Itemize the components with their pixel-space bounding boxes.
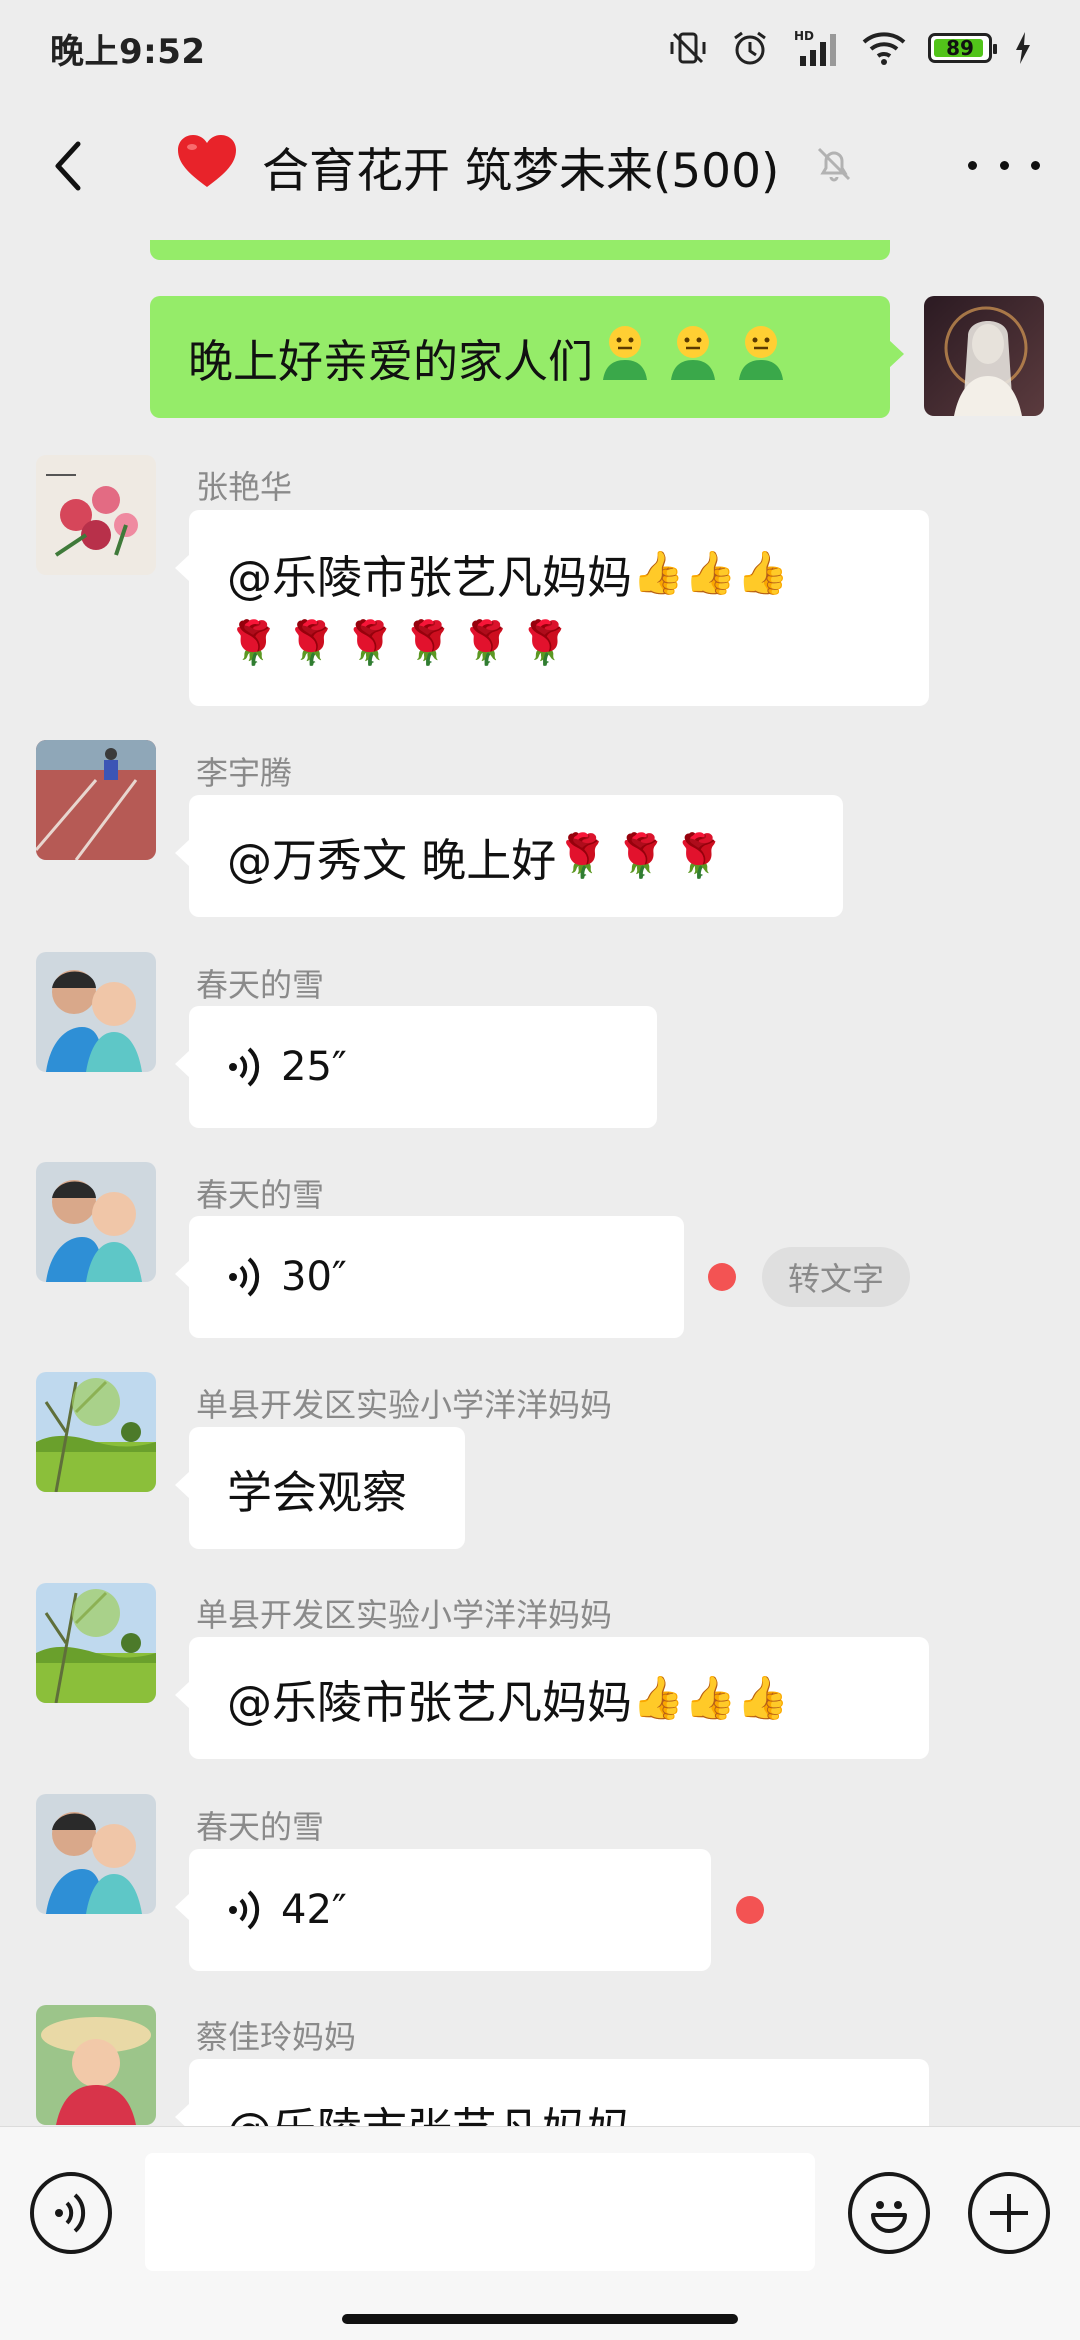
- message-bubble[interactable]: 学会观察: [175, 1427, 465, 1549]
- rose-emoji: 🌹🌹🌹🌹🌹🌹: [227, 618, 577, 667]
- dot-icon: [968, 160, 977, 170]
- voice-message-bubble[interactable]: 25″: [175, 1006, 657, 1128]
- sender-name: 单县开发区实验小学洋洋妈妈: [196, 1386, 613, 1424]
- voice-wave-icon: [229, 1890, 260, 1930]
- sender-name: 春天的雪: [196, 1176, 325, 1214]
- message-bubble[interactable]: @乐陵市张艺凡妈妈 👍👍👍 🌹🌹🌹🌹🌹🌹: [175, 510, 929, 706]
- emoji-icon: [595, 322, 799, 393]
- rose-emoji: 🌹🌹🌹: [556, 831, 732, 880]
- self-avatar[interactable]: [924, 296, 1044, 416]
- message-bubble[interactable]: @万秀文 晚上好 🌹🌹🌹: [175, 795, 843, 917]
- sender-avatar[interactable]: [36, 2005, 156, 2125]
- message-bubble[interactable]: @乐陵市张艺凡妈妈: [175, 2059, 929, 2126]
- sender-avatar[interactable]: [36, 740, 156, 860]
- sender-name: 蔡佳玲妈妈: [196, 2018, 357, 2056]
- voice-wave-icon: [55, 2193, 86, 2233]
- signal-icon: HD: [792, 28, 840, 68]
- mute-bell-icon: [813, 143, 855, 189]
- voice-duration: 30″: [281, 1254, 347, 1300]
- message-text: @乐陵市张艺凡妈妈: [227, 2093, 632, 2126]
- status-bar: 晚上9:52 HD 89: [0, 0, 1080, 96]
- sender-avatar[interactable]: [36, 1583, 156, 1703]
- smiley-icon: [871, 2201, 907, 2233]
- more-options-button[interactable]: [968, 150, 1040, 180]
- sender-avatar[interactable]: [36, 1162, 156, 1282]
- sender-avatar[interactable]: [36, 455, 156, 575]
- charging-icon: [1014, 31, 1032, 65]
- voice-wave-icon: [229, 1047, 260, 1087]
- battery-level: 89: [946, 36, 974, 60]
- svg-text:HD: HD: [794, 29, 814, 43]
- voice-input-button[interactable]: [30, 2172, 112, 2254]
- message-input[interactable]: [145, 2153, 815, 2271]
- dot-icon: [1031, 160, 1040, 170]
- heart-icon: [176, 133, 238, 200]
- home-indicator[interactable]: [342, 2314, 738, 2324]
- voice-duration: 42″: [281, 1887, 347, 1933]
- sender-name: 张艳华: [196, 468, 293, 506]
- thumbs-up-emoji: 👍👍👍: [632, 548, 789, 597]
- vibrate-off-icon: [668, 28, 708, 68]
- thumbs-up-emoji: 👍👍👍: [632, 1673, 789, 1722]
- status-time: 晚上9:52: [50, 31, 206, 72]
- sender-avatar[interactable]: [36, 1372, 156, 1492]
- convert-to-text-button[interactable]: 转文字: [762, 1247, 911, 1307]
- group-name: 合育花开 筑梦未来(500): [262, 143, 780, 199]
- battery-icon: 89: [928, 33, 997, 63]
- emoji-button[interactable]: [848, 2172, 930, 2254]
- voice-message-bubble[interactable]: 30″: [175, 1216, 684, 1338]
- message-text: @乐陵市张艺凡妈妈: [227, 1675, 633, 1729]
- message-text: 晚上好亲爱的家人们: [188, 334, 594, 388]
- sender-name: 春天的雪: [196, 1808, 325, 1846]
- chat-title: 合育花开 筑梦未来(500): [176, 130, 855, 202]
- unread-dot: [708, 1263, 736, 1291]
- sender-name: 李宇腾: [196, 754, 293, 792]
- sender-avatar[interactable]: [36, 1794, 156, 1914]
- voice-wave-icon: [229, 1257, 260, 1297]
- message-bubble[interactable]: @乐陵市张艺凡妈妈 👍👍👍: [175, 1637, 929, 1759]
- message-text: 学会观察: [227, 1465, 408, 1519]
- chat-header: 合育花开 筑梦未来(500): [0, 96, 1080, 240]
- voice-duration: 25″: [281, 1044, 347, 1090]
- status-icons: HD 89: [668, 28, 1032, 68]
- sender-avatar[interactable]: [36, 952, 156, 1072]
- sender-name: 春天的雪: [196, 966, 325, 1004]
- back-button[interactable]: [38, 136, 98, 196]
- input-bar: [0, 2126, 1080, 2340]
- plus-icon: [990, 2194, 1028, 2232]
- wifi-icon: [862, 28, 906, 68]
- sender-name: 单县开发区实验小学洋洋妈妈: [196, 1596, 613, 1634]
- dot-icon: [999, 160, 1009, 170]
- message-list[interactable]: 晚上好亲爱的家人们 张艳华 @乐陵市张艺凡妈妈 👍👍👍 🌹🌹🌹🌹🌹🌹 李宇腾 @: [0, 240, 1080, 2126]
- more-functions-button[interactable]: [968, 2172, 1050, 2254]
- previous-message-bubble[interactable]: [150, 240, 890, 260]
- unread-dot: [736, 1896, 764, 1924]
- message-text: @乐陵市张艺凡妈妈: [227, 550, 633, 604]
- message-text: @万秀文 晚上好: [227, 833, 557, 887]
- self-message-bubble[interactable]: 晚上好亲爱的家人们: [150, 296, 904, 418]
- alarm-icon: [730, 28, 770, 68]
- voice-message-bubble[interactable]: 42″: [175, 1849, 711, 1971]
- chevron-left-icon: [55, 141, 81, 191]
